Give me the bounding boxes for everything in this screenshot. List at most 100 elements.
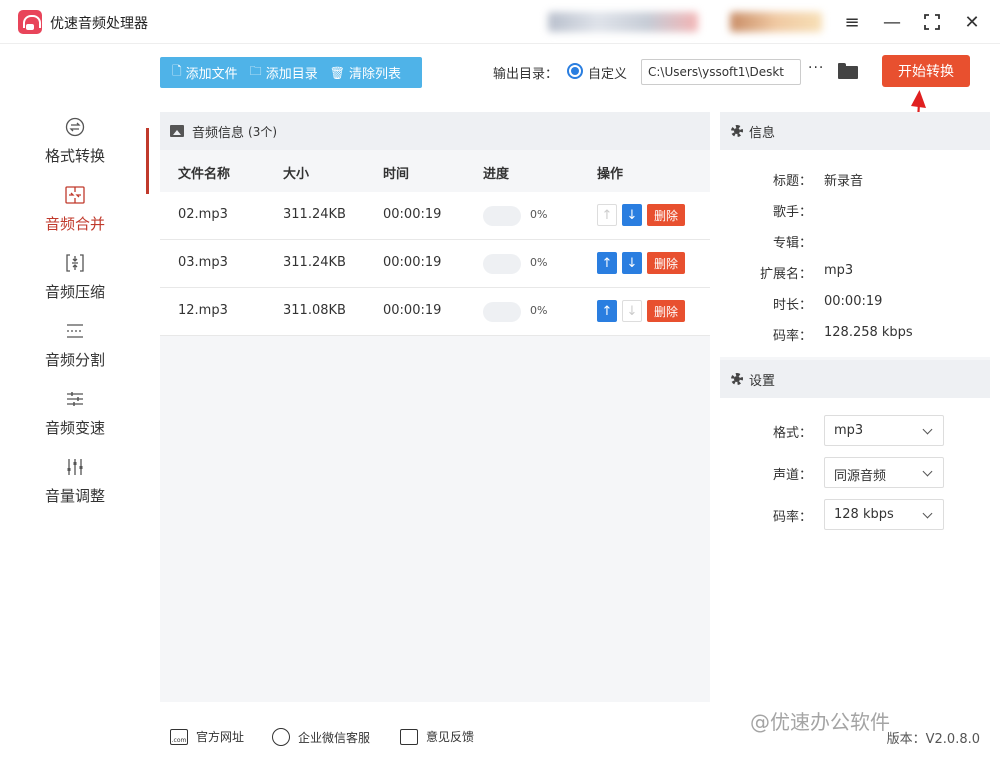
open-folder-icon[interactable] bbox=[838, 63, 858, 79]
sidebar-item-label: 格式转换 bbox=[44, 147, 105, 165]
merge-icon bbox=[64, 185, 86, 205]
file-toolbar: 🗋 添加文件 🗀 添加目录 🗑 清除列表 bbox=[160, 57, 422, 88]
move-up-icon[interactable]: ↑ bbox=[597, 300, 617, 322]
file-size: 311.08KB bbox=[283, 303, 346, 318]
move-up-icon[interactable]: ↑ bbox=[597, 252, 617, 274]
sidebar-item-audio-split[interactable]: 音频分割 bbox=[0, 321, 150, 383]
output-path-field[interactable]: C:\Users\yssoft1\Deskt bbox=[641, 59, 801, 85]
file-name: 02.mp3 bbox=[178, 207, 228, 222]
info-row-album: 专辑： bbox=[720, 232, 990, 252]
info-key: 码率： bbox=[772, 329, 812, 344]
start-convert-button[interactable]: 开始转换 bbox=[882, 55, 970, 87]
info-row-title: 标题： 新录音 bbox=[720, 170, 990, 190]
setting-bitrate: 码率： 128 kbps bbox=[720, 499, 990, 531]
chat-icon bbox=[272, 728, 290, 746]
progress-bar bbox=[483, 302, 521, 322]
info-value: 新录音 bbox=[824, 174, 864, 189]
minimize-icon[interactable]: — bbox=[880, 10, 904, 34]
info-row-duration: 时长： 00:00:19 bbox=[720, 294, 990, 314]
file-size: 311.24KB bbox=[283, 207, 346, 222]
table-row[interactable]: 02.mp3 311.24KB 00:00:19 0% ↑ ↓ 删除 bbox=[160, 192, 710, 240]
settings-header: 设置 bbox=[720, 360, 990, 398]
file-panel: 音频信息 (3个) 文件名称 大小 时间 进度 操作 02.mp3 311.24… bbox=[160, 112, 710, 702]
sidebar-item-label: 音量调整 bbox=[44, 487, 105, 505]
info-row-artist: 歌手： bbox=[720, 201, 990, 221]
format-select[interactable]: mp3 bbox=[824, 415, 944, 446]
row-actions: ↑ ↓ 删除 bbox=[597, 252, 686, 274]
info-key: 时长： bbox=[772, 298, 812, 313]
column-header: 进度 bbox=[483, 167, 510, 182]
delete-button[interactable]: 删除 bbox=[647, 300, 686, 322]
volume-adjust-icon bbox=[64, 457, 86, 477]
sidebar-item-volume-adjust[interactable]: 音量调整 bbox=[0, 457, 150, 519]
move-down-icon[interactable]: ↓ bbox=[622, 252, 642, 274]
more-options-button[interactable]: ··· bbox=[808, 60, 824, 76]
column-header: 大小 bbox=[283, 167, 310, 182]
clear-list-button[interactable]: 🗑 清除列表 bbox=[324, 57, 407, 88]
format-convert-icon bbox=[64, 117, 86, 137]
file-name: 03.mp3 bbox=[178, 255, 228, 270]
maximize-icon[interactable] bbox=[920, 10, 944, 34]
menu-icon[interactable]: ≡ bbox=[840, 10, 864, 34]
chevron-down-icon bbox=[922, 508, 933, 519]
row-actions: ↑ ↓ 删除 bbox=[597, 204, 686, 226]
custom-dir-radio[interactable] bbox=[567, 63, 583, 79]
gear-icon bbox=[730, 372, 744, 386]
speed-icon bbox=[64, 389, 86, 409]
table-header: 文件名称 大小 时间 进度 操作 bbox=[160, 150, 710, 192]
add-directory-button[interactable]: 🗀 添加目录 bbox=[244, 57, 324, 88]
close-icon[interactable]: ✕ bbox=[960, 10, 984, 34]
image-icon bbox=[170, 125, 184, 137]
custom-dir-radio-label: 自定义 bbox=[588, 67, 628, 82]
sidebar-item-label: 音频合并 bbox=[44, 215, 105, 233]
setting-key: 格式： bbox=[772, 426, 812, 441]
setting-channel: 声道： 同源音频 bbox=[720, 457, 990, 489]
info-row-extension: 扩展名： mp3 bbox=[720, 263, 990, 283]
info-value: 128.258 kbps bbox=[824, 325, 913, 340]
wechat-support-link[interactable]: 企业微信客服 bbox=[272, 728, 370, 746]
add-file-button[interactable]: 🗋 添加文件 bbox=[166, 57, 244, 88]
sidebar-item-audio-compress[interactable]: 音频压缩 bbox=[0, 253, 150, 315]
move-down-icon[interactable]: ↓ bbox=[622, 300, 642, 322]
file-table: 文件名称 大小 时间 进度 操作 02.mp3 311.24KB 00:00:1… bbox=[160, 150, 710, 336]
info-key: 歌手： bbox=[772, 205, 812, 220]
version-text: 版本：V2.0.8.0 bbox=[886, 732, 980, 747]
delete-button[interactable]: 删除 bbox=[647, 252, 686, 274]
bitrate-select[interactable]: 128 kbps bbox=[824, 499, 944, 530]
folder-outline-icon: 🗀 bbox=[249, 64, 262, 78]
settings-box: 格式： mp3 声道： 同源音频 码率： 128 kbps bbox=[720, 398, 990, 702]
channel-select[interactable]: 同源音频 bbox=[824, 457, 944, 488]
progress-bar bbox=[483, 254, 521, 274]
title-bar: 优速音频处理器 ≡ — ✕ bbox=[0, 0, 1000, 44]
move-down-icon[interactable]: ↓ bbox=[622, 204, 642, 226]
sidebar-item-audio-merge[interactable]: 音频合并 bbox=[0, 185, 150, 247]
sidebar-item-audio-speed[interactable]: 音频变速 bbox=[0, 389, 150, 451]
sidebar-item-label: 音频压缩 bbox=[44, 283, 105, 301]
right-panel: 信息 标题： 新录音 歌手： 专辑： 扩展名： mp3 时长： 00:00:19… bbox=[720, 112, 990, 702]
table-row[interactable]: 03.mp3 311.24KB 00:00:19 0% ↑ ↓ 删除 bbox=[160, 240, 710, 288]
table-row[interactable]: 12.mp3 311.08KB 00:00:19 0% ↑ ↓ 删除 bbox=[160, 288, 710, 336]
setting-key: 码率： bbox=[772, 510, 812, 525]
info-header: 信息 bbox=[720, 112, 990, 150]
info-box: 标题： 新录音 歌手： 专辑： 扩展名： mp3 时长： 00:00:19 码率… bbox=[720, 150, 990, 357]
sidebar-item-format-convert[interactable]: 格式转换 bbox=[0, 117, 150, 179]
progress-bar bbox=[483, 206, 521, 226]
info-value: 00:00:19 bbox=[824, 294, 883, 309]
trash-icon: 🗑 bbox=[329, 65, 345, 80]
file-panel-header: 音频信息 (3个) bbox=[160, 112, 710, 150]
file-duration: 00:00:19 bbox=[383, 303, 442, 318]
move-up-icon[interactable]: ↑ bbox=[597, 204, 617, 226]
column-header: 时间 bbox=[383, 167, 410, 182]
column-header: 文件名称 bbox=[178, 167, 231, 182]
blurred-avatar-area bbox=[730, 12, 822, 32]
website-link[interactable]: .com 官方网址 bbox=[170, 728, 244, 745]
app-title: 优速音频处理器 bbox=[50, 16, 148, 32]
progress-percent: 0% bbox=[530, 256, 548, 269]
feedback-link[interactable]: 意见反馈 bbox=[400, 728, 474, 745]
chevron-down-icon bbox=[922, 424, 933, 435]
column-header: 操作 bbox=[597, 167, 624, 182]
delete-button[interactable]: 删除 bbox=[647, 204, 686, 226]
blurred-account-area bbox=[548, 12, 698, 32]
progress-percent: 0% bbox=[530, 304, 548, 317]
info-row-bitrate: 码率： 128.258 kbps bbox=[720, 325, 990, 345]
